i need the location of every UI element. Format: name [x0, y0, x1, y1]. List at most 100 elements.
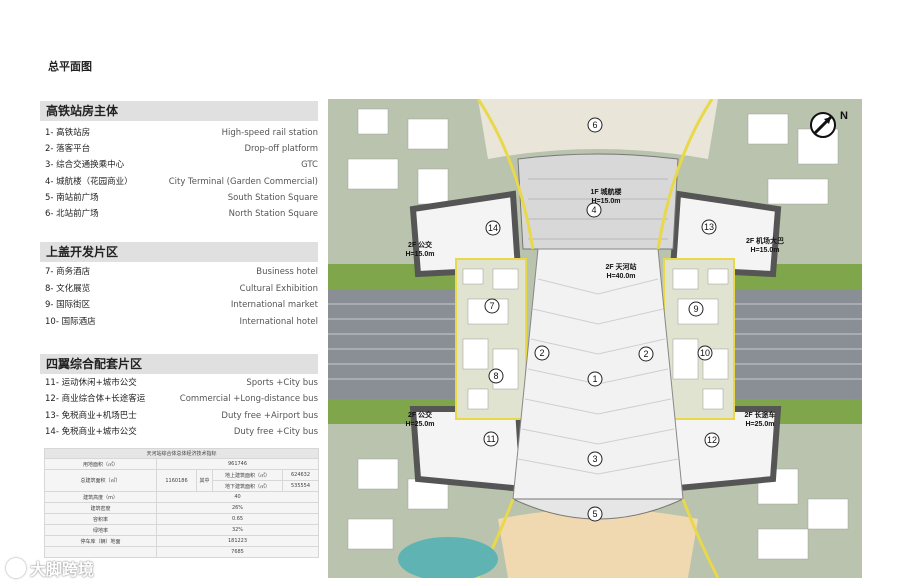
- legend-item: 4- 城航楼（花园商业） City Terminal (Garden Commer…: [40, 175, 318, 189]
- marker-13: 13: [701, 219, 717, 235]
- legend-cn: 2- 落客平台: [45, 144, 91, 154]
- marker-10: 10: [697, 345, 713, 361]
- svg-text:8: 8: [493, 371, 498, 381]
- label-airport: 2F 机场大巴: [746, 236, 784, 245]
- legend-cn: 5- 南站前广场: [45, 193, 99, 203]
- legend-en: Duty free +City bus: [233, 427, 318, 437]
- marker-9: 9: [688, 301, 704, 317]
- legend-en: South Station Square: [227, 193, 318, 203]
- legend-cn: 4- 城航楼（花园商业）: [45, 177, 133, 187]
- stats-value: 624632: [281, 469, 320, 481]
- legend-item: 10- 国际酒店 International hotel: [40, 315, 318, 329]
- label-longbus-height: H=25.0m: [746, 421, 775, 428]
- label-tianhe: 2F 天河站: [605, 262, 636, 271]
- marker-3: 3: [587, 451, 603, 467]
- legend-item: 8- 文化展览 Cultural Exhibition: [40, 282, 318, 296]
- legend-en: North Station Square: [228, 209, 318, 219]
- label-tianhe-height: H=40.0m: [607, 273, 636, 280]
- marker-2-left: 2: [534, 345, 550, 361]
- stats-value: 0.65: [155, 513, 320, 525]
- legend-en: International market: [230, 300, 318, 310]
- marker-1: 1: [587, 371, 603, 387]
- label-bus-sw-height: H=25.0m: [406, 421, 435, 428]
- marker-2-right: 2: [638, 346, 654, 362]
- legend-en: Cultural Exhibition: [239, 284, 318, 294]
- marker-8: 8: [488, 368, 504, 384]
- stats-label: 地下建筑面积（㎡）: [212, 480, 283, 492]
- label-city-terminal: 1F 城航楼: [590, 187, 621, 196]
- stats-value: 181223: [155, 535, 320, 547]
- svg-text:7: 7: [489, 301, 494, 311]
- section-header-development: 上盖开发片区: [40, 242, 318, 262]
- label-bus-sw: 2F 公交: [408, 410, 433, 419]
- legend-en: Commercial +Long-distance bus: [179, 394, 318, 404]
- stats-label: 建筑高度（m）: [44, 491, 157, 503]
- svg-text:6: 6: [592, 120, 597, 130]
- marker-11: 11: [483, 431, 499, 447]
- label-bus-nw-height: H=15.0m: [406, 251, 435, 258]
- legend-en: Business hotel: [256, 267, 318, 277]
- legend-item: 5- 南站前广场 South Station Square: [40, 191, 318, 205]
- page-title: 总平面图: [48, 60, 92, 73]
- watermark: 大脚跨境: [6, 556, 94, 580]
- legend-en: City Terminal (Garden Commercial): [168, 177, 318, 187]
- legend-item: 12- 商业综合体+长途客运 Commercial +Long-distance …: [40, 392, 318, 406]
- marker-14: 14: [485, 220, 501, 236]
- master-plan-map: N 6 4 14 13 7 9 2 2 10 8 1 11 12 3 5 1F …: [328, 99, 862, 578]
- svg-text:13: 13: [704, 222, 714, 232]
- stats-sub-label: 其中: [196, 469, 213, 492]
- legend-en: International hotel: [239, 317, 318, 327]
- svg-text:11: 11: [486, 434, 495, 444]
- legend-en: Duty free +Airport bus: [221, 411, 318, 421]
- stats-label: 用地面积（㎡）: [44, 458, 157, 470]
- legend-cn: 3- 综合交通换乘中心: [45, 160, 125, 170]
- section-header-wings: 四翼综合配套片区: [40, 354, 318, 374]
- svg-text:1: 1: [592, 374, 597, 384]
- stats-value: 961746: [155, 458, 320, 470]
- north-arrow-icon: [810, 112, 836, 138]
- stats-value: 7685: [155, 546, 320, 558]
- legend-cn: 6- 北站前广场: [45, 209, 99, 219]
- svg-text:9: 9: [693, 304, 698, 314]
- legend-cn: 1- 高铁站房: [45, 128, 91, 138]
- label-airport-height: H=15.0m: [751, 247, 780, 254]
- svg-text:10: 10: [700, 348, 710, 358]
- legend-cn: 13- 免税商业+机场巴士: [45, 411, 137, 421]
- legend-cn: 12- 商业综合体+长途客运: [45, 394, 146, 404]
- svg-text:5: 5: [592, 509, 597, 519]
- stats-label: 容积率: [44, 513, 157, 525]
- marker-7: 7: [484, 298, 500, 314]
- stats-table: 天河站综合体总体经济技术指标 用地面积（㎡） 961746 总建筑面积（㎡） 1…: [43, 448, 320, 558]
- stats-label: 总建筑面积（㎡）: [44, 469, 157, 492]
- legend-item: 11- 运动休闲+城市公交 Sports +City bus: [40, 376, 318, 390]
- watermark-logo-icon: [6, 558, 26, 578]
- section-header-station: 高铁站房主体: [40, 101, 318, 121]
- legend-en: High-speed rail station: [221, 128, 318, 138]
- marker-5: 5: [587, 506, 603, 522]
- legend-item: 6- 北站前广场 North Station Square: [40, 207, 318, 221]
- legend-en: GTC: [301, 160, 318, 170]
- legend-item: 9- 国际街区 International market: [40, 298, 318, 312]
- stats-label: 建筑密度: [44, 502, 157, 514]
- marker-12: 12: [704, 432, 720, 448]
- legend-cn: 8- 文化展览: [45, 284, 91, 294]
- stats-value: 1160186: [156, 469, 197, 492]
- stats-value: 32%: [155, 524, 320, 536]
- legend-cn: 14- 免税商业+城市公交: [45, 427, 137, 437]
- legend-item: 14- 免税商业+城市公交 Duty free +City bus: [40, 425, 318, 439]
- svg-text:2: 2: [643, 349, 648, 359]
- marker-4: 4: [586, 202, 602, 218]
- stats-label: 停车库（辆）地面: [44, 535, 157, 547]
- stats-table-title: 天河站综合体总体经济技术指标: [43, 448, 320, 459]
- stats-value: 40: [155, 491, 320, 503]
- legend-cn: 10- 国际酒店: [45, 317, 96, 327]
- stats-label: 绿地率: [44, 524, 157, 536]
- stats-value: 535554: [281, 480, 320, 492]
- watermark-text: 大脚跨境: [30, 560, 95, 579]
- legend-en: Sports +City bus: [246, 378, 318, 388]
- legend-item: 3- 综合交通换乘中心 GTC: [40, 158, 318, 172]
- legend-en: Drop-off platform: [244, 144, 318, 154]
- legend-item: 7- 商务酒店 Business hotel: [40, 265, 318, 279]
- stats-value: 26%: [155, 502, 320, 514]
- legend-cn: 11- 运动休闲+城市公交: [45, 378, 137, 388]
